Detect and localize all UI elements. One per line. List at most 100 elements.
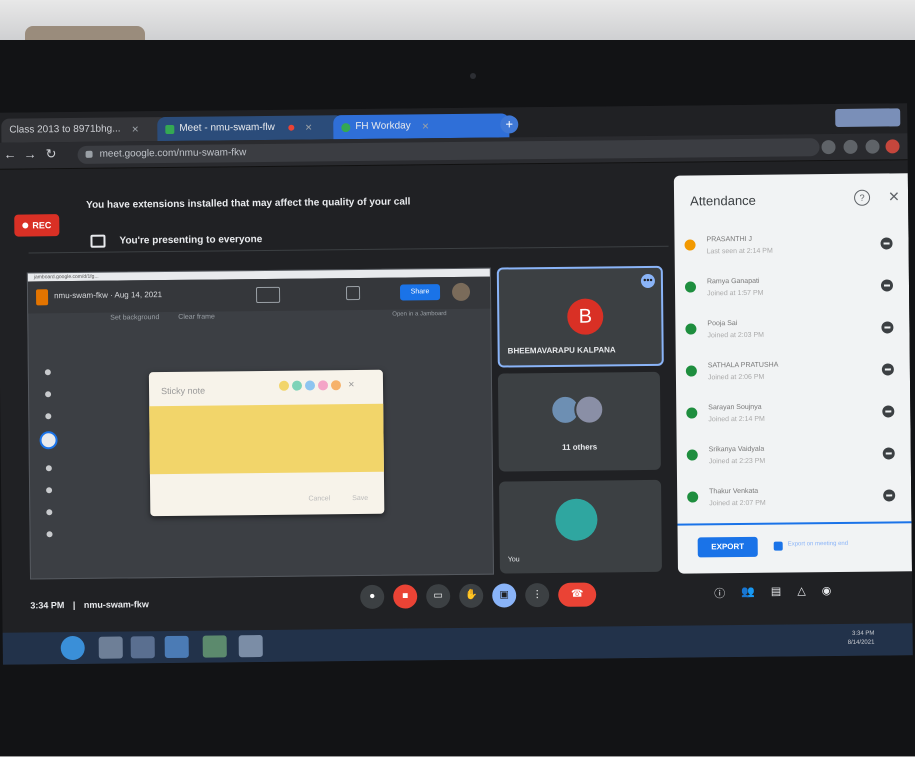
meeting-code: nmu-swam-fkw: [83, 599, 149, 610]
star-icon[interactable]: [843, 139, 858, 154]
participant-tile-others[interactable]: 11 others: [497, 371, 661, 472]
close-tab-icon[interactable]: ✕: [131, 117, 139, 141]
export-button[interactable]: EXPORT: [697, 536, 758, 558]
attendance-icon[interactable]: ◉: [822, 584, 832, 600]
browser-tab[interactable]: Class 2013 to 8971bhg... ✕: [1, 116, 168, 143]
yellow-swatch[interactable]: [278, 380, 290, 391]
present-status-icon: [686, 407, 698, 419]
close-icon[interactable]: ✕: [348, 380, 355, 390]
lock-icon: [85, 150, 93, 158]
attendance-row: Sarayan Soujnya Joined at 2:14 PM: [676, 393, 910, 437]
people-icon[interactable]: 👥: [741, 585, 755, 601]
window-controls[interactable]: [835, 108, 901, 128]
close-tab-icon[interactable]: ✕: [305, 115, 313, 139]
textbox-tool-icon[interactable]: [46, 509, 53, 516]
pink-swatch[interactable]: [317, 380, 329, 391]
others-count: 11 others: [562, 442, 598, 452]
participant-tile-main[interactable]: B ••• BHEEMAVARAPU KALPANA: [496, 265, 664, 368]
info-icon[interactable]: ⓘ: [714, 585, 725, 601]
shape-tool-icon[interactable]: [46, 487, 53, 494]
explorer-icon[interactable]: [98, 636, 123, 659]
remove-icon[interactable]: [881, 363, 894, 376]
select-tool-icon[interactable]: [45, 413, 52, 420]
attendance-row: Pooja Sai Joined at 2:03 PM: [675, 309, 909, 353]
export-option-label: Export on meeting end: [787, 540, 849, 548]
new-tab-button[interactable]: +: [500, 115, 519, 134]
remove-icon[interactable]: [880, 279, 894, 292]
attendance-row: Ramya Ganapati Joined at 1:57 PM: [675, 267, 909, 311]
app-icon[interactable]: [202, 635, 227, 658]
account-avatar[interactable]: [451, 282, 471, 302]
back-icon[interactable]: ←: [3, 147, 16, 162]
present-status-icon: [686, 449, 698, 461]
whatsapp-favicon-icon: [341, 122, 351, 132]
browser-tab-active[interactable]: Meet - nmu-swam-flw ✕: [157, 115, 344, 142]
more-options-icon[interactable]: •••: [640, 273, 656, 289]
close-tab-icon[interactable]: ✕: [422, 114, 430, 138]
remove-icon[interactable]: [881, 321, 894, 334]
sticky-note-dialog: Sticky note ✕ Cancel Save: [148, 369, 385, 517]
start-button[interactable]: [60, 635, 85, 661]
help-icon[interactable]: ?: [853, 189, 871, 206]
self-avatar: [555, 498, 598, 541]
system-clock: 3:34 PM 8/14/2021: [847, 630, 875, 646]
folder-icon[interactable]: [164, 635, 189, 659]
present-icon[interactable]: [345, 285, 361, 301]
attendance-row: Srikanya Vaidyala Joined at 2:23 PM: [677, 435, 911, 479]
self-tile[interactable]: You: [499, 479, 662, 574]
chrome-icon[interactable]: [238, 635, 263, 658]
meeting-time: 3:34 PM: [30, 600, 65, 611]
share-button[interactable]: Share: [399, 284, 441, 301]
clear-frame-button[interactable]: Clear frame: [178, 314, 215, 321]
save-button[interactable]: Save: [352, 495, 368, 502]
remove-icon[interactable]: [883, 489, 896, 502]
activities-icon[interactable]: △: [797, 584, 806, 600]
remove-icon[interactable]: [882, 447, 895, 460]
open-jamboard-link[interactable]: Open in a Jamboard: [392, 311, 446, 318]
camera-off-icon[interactable]: ■: [393, 584, 418, 609]
extension-icon[interactable]: [821, 140, 836, 155]
end-call-button[interactable]: ☎: [558, 582, 597, 607]
close-icon[interactable]: ✕: [888, 188, 900, 205]
recording-badge: REC: [14, 214, 60, 237]
drawing-tools: [39, 353, 59, 553]
remove-icon[interactable]: [882, 405, 895, 418]
jamboard-header: nmu-swam-fkw · Aug 14, 2021 Share: [27, 276, 491, 314]
remove-icon[interactable]: [880, 237, 893, 250]
laser-tool-icon[interactable]: [46, 531, 53, 538]
recording-tab-icon: [287, 124, 294, 131]
sticky-note-tool-icon[interactable]: [39, 431, 58, 450]
eraser-tool-icon[interactable]: [45, 391, 52, 398]
participant-avatar: [574, 394, 605, 425]
profile-avatar[interactable]: [885, 139, 900, 154]
shared-screen: jamboard.google.com/d/1fg... nmu-swam-fk…: [26, 267, 494, 580]
set-background-button[interactable]: Set background: [110, 314, 159, 322]
pen-tool-icon[interactable]: [44, 369, 51, 376]
green-swatch[interactable]: [291, 380, 303, 391]
media-player-icon[interactable]: [130, 636, 155, 659]
meeting-details: 3:34 PM | nmu-swam-fkw: [30, 599, 149, 610]
browser-tab[interactable]: FH Workday ✕: [333, 113, 510, 140]
export-checkbox[interactable]: [773, 541, 783, 551]
image-tool-icon[interactable]: [45, 465, 52, 472]
blue-swatch[interactable]: [304, 380, 316, 391]
forward-icon[interactable]: →: [23, 146, 36, 161]
present-screen-icon: [90, 234, 106, 248]
frame-bar-icon[interactable]: [255, 286, 281, 304]
orange-swatch[interactable]: [330, 380, 342, 391]
more-options-icon[interactable]: ⋮: [525, 583, 550, 608]
reload-icon[interactable]: ↻: [45, 146, 56, 162]
present-now-icon[interactable]: ▣: [492, 583, 517, 608]
raise-hand-icon[interactable]: ✋: [459, 583, 484, 608]
chat-icon[interactable]: ▤: [771, 585, 782, 601]
url-field[interactable]: meet.google.com/nmu-swam-fkw: [77, 138, 820, 164]
captions-icon[interactable]: ▭: [426, 584, 451, 609]
participant-name: BHEEMAVARAPU KALPANA: [507, 345, 616, 356]
cancel-button[interactable]: Cancel: [308, 495, 330, 502]
color-swatches: ✕: [278, 380, 355, 391]
microphone-icon[interactable]: ●: [360, 584, 385, 610]
jamboard-title: nmu-swam-fkw · Aug 14, 2021: [54, 290, 163, 301]
sticky-note-input[interactable]: [149, 403, 384, 475]
extension-warning: You have extensions installed that may a…: [86, 196, 411, 211]
puzzle-icon[interactable]: [865, 139, 880, 154]
